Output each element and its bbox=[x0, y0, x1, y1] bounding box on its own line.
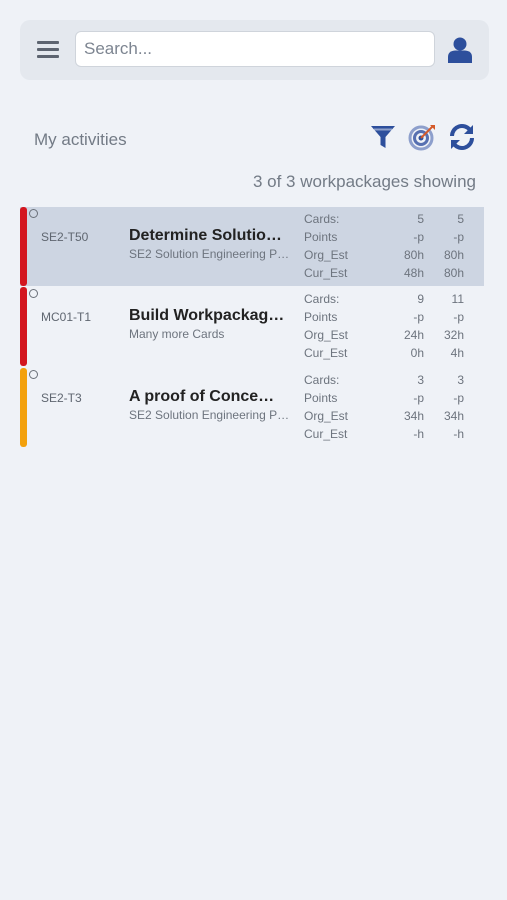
stat-value-total: -h bbox=[453, 427, 464, 441]
stat-value-total: 34h bbox=[443, 409, 464, 423]
stat-row-cur-est: Cur_Est 48h 80h bbox=[304, 266, 474, 284]
status-dot-icon[interactable] bbox=[29, 370, 38, 379]
stat-value-total: 3 bbox=[457, 373, 464, 387]
stat-label: Cards: bbox=[304, 212, 340, 226]
stat-row-cur-est: Cur_Est -h -h bbox=[304, 427, 474, 445]
stat-label: Org_Est bbox=[304, 248, 349, 262]
stat-value-total: 80h bbox=[443, 266, 464, 280]
workpackage-stats: Cards: 3 3 Points -p -p Org_Est 34h 34h … bbox=[304, 373, 474, 445]
stat-label: Points bbox=[304, 310, 338, 324]
workpackage-card[interactable]: MC01-T1 Build Workpackag… Many more Card… bbox=[20, 287, 484, 366]
stat-row-cards: Cards: 9 11 bbox=[304, 292, 474, 310]
stat-row-points: Points -p -p bbox=[304, 391, 474, 409]
page-title: My activities bbox=[34, 130, 127, 149]
status-bar bbox=[20, 368, 27, 447]
stat-value-total: 80h bbox=[443, 248, 464, 262]
stat-row-points: Points -p -p bbox=[304, 230, 474, 248]
stat-value-current: 5 bbox=[417, 212, 424, 226]
search-input[interactable] bbox=[75, 31, 435, 67]
status-bar bbox=[20, 207, 27, 286]
workpackage-id: SE2-T3 bbox=[41, 391, 82, 405]
stat-row-points: Points -p -p bbox=[304, 310, 474, 328]
stat-label: Points bbox=[304, 391, 338, 405]
filter-icon[interactable] bbox=[369, 123, 397, 151]
stat-value-current: -p bbox=[413, 310, 424, 324]
stat-label: Cards: bbox=[304, 373, 340, 387]
stat-row-cur-est: Cur_Est 0h 4h bbox=[304, 346, 474, 364]
stat-row-cards: Cards: 5 5 bbox=[304, 212, 474, 230]
workpackage-card[interactable]: SE2-T50 Determine Solutio… SE2 Solution … bbox=[20, 207, 484, 286]
stat-label: Org_Est bbox=[304, 328, 349, 342]
stat-value-current: 3 bbox=[417, 373, 424, 387]
stat-value-current: 48h bbox=[403, 266, 424, 280]
target-icon[interactable] bbox=[408, 123, 436, 151]
stat-row-org-est: Org_Est 80h 80h bbox=[304, 248, 474, 266]
stat-value-current: 34h bbox=[403, 409, 424, 423]
stat-value-total: -p bbox=[453, 230, 464, 244]
showing-count: 3 of 3 workpackages showing bbox=[252, 172, 476, 191]
stat-row-org-est: Org_Est 24h 32h bbox=[304, 328, 474, 346]
stat-value-current: -h bbox=[413, 427, 424, 441]
workpackage-stats: Cards: 5 5 Points -p -p Org_Est 80h 80h … bbox=[304, 212, 474, 284]
menu-icon[interactable] bbox=[37, 41, 59, 59]
stat-label: Cur_Est bbox=[304, 427, 348, 441]
stat-row-org-est: Org_Est 34h 34h bbox=[304, 409, 474, 427]
user-icon[interactable] bbox=[447, 36, 473, 64]
stat-value-total: -p bbox=[453, 391, 464, 405]
stat-value-total: 11 bbox=[451, 292, 464, 306]
stat-value-total: -p bbox=[453, 310, 464, 324]
top-bar bbox=[20, 20, 489, 80]
stat-label: Cur_Est bbox=[304, 346, 348, 360]
workpackage-subtitle: Many more Cards bbox=[129, 327, 225, 341]
workpackage-title: A proof of Conce… bbox=[129, 388, 275, 405]
stat-value-current: -p bbox=[413, 391, 424, 405]
stat-value-current: 24h bbox=[403, 328, 424, 342]
stat-value-total: 32h bbox=[443, 328, 464, 342]
stat-label: Org_Est bbox=[304, 409, 349, 423]
workpackage-subtitle: SE2 Solution Engineering P… bbox=[129, 247, 290, 261]
stat-row-cards: Cards: 3 3 bbox=[304, 373, 474, 391]
stat-label: Points bbox=[304, 230, 338, 244]
workpackage-stats: Cards: 9 11 Points -p -p Org_Est 24h 32h… bbox=[304, 292, 474, 364]
stat-value-current: 80h bbox=[403, 248, 424, 262]
status-bar bbox=[20, 287, 27, 366]
stat-value-total: 4h bbox=[450, 346, 464, 360]
stat-value-current: 0h bbox=[410, 346, 424, 360]
workpackage-title: Determine Solutio… bbox=[129, 227, 282, 244]
workpackage-title: Build Workpackag… bbox=[129, 307, 285, 324]
stat-value-current: -p bbox=[413, 230, 424, 244]
workpackage-subtitle: SE2 Solution Engineering P… bbox=[129, 408, 290, 422]
status-dot-icon[interactable] bbox=[29, 289, 38, 298]
workpackage-id: MC01-T1 bbox=[41, 310, 92, 324]
stat-value-current: 9 bbox=[417, 292, 424, 306]
stat-label: Cards: bbox=[304, 292, 340, 306]
stat-value-total: 5 bbox=[457, 212, 464, 226]
status-dot-icon[interactable] bbox=[29, 209, 38, 218]
workpackage-card[interactable]: SE2-T3 A proof of Conce… SE2 Solution En… bbox=[20, 368, 484, 447]
refresh-icon[interactable] bbox=[448, 123, 476, 151]
workpackage-id: SE2-T50 bbox=[41, 230, 89, 244]
stat-label: Cur_Est bbox=[304, 266, 348, 280]
